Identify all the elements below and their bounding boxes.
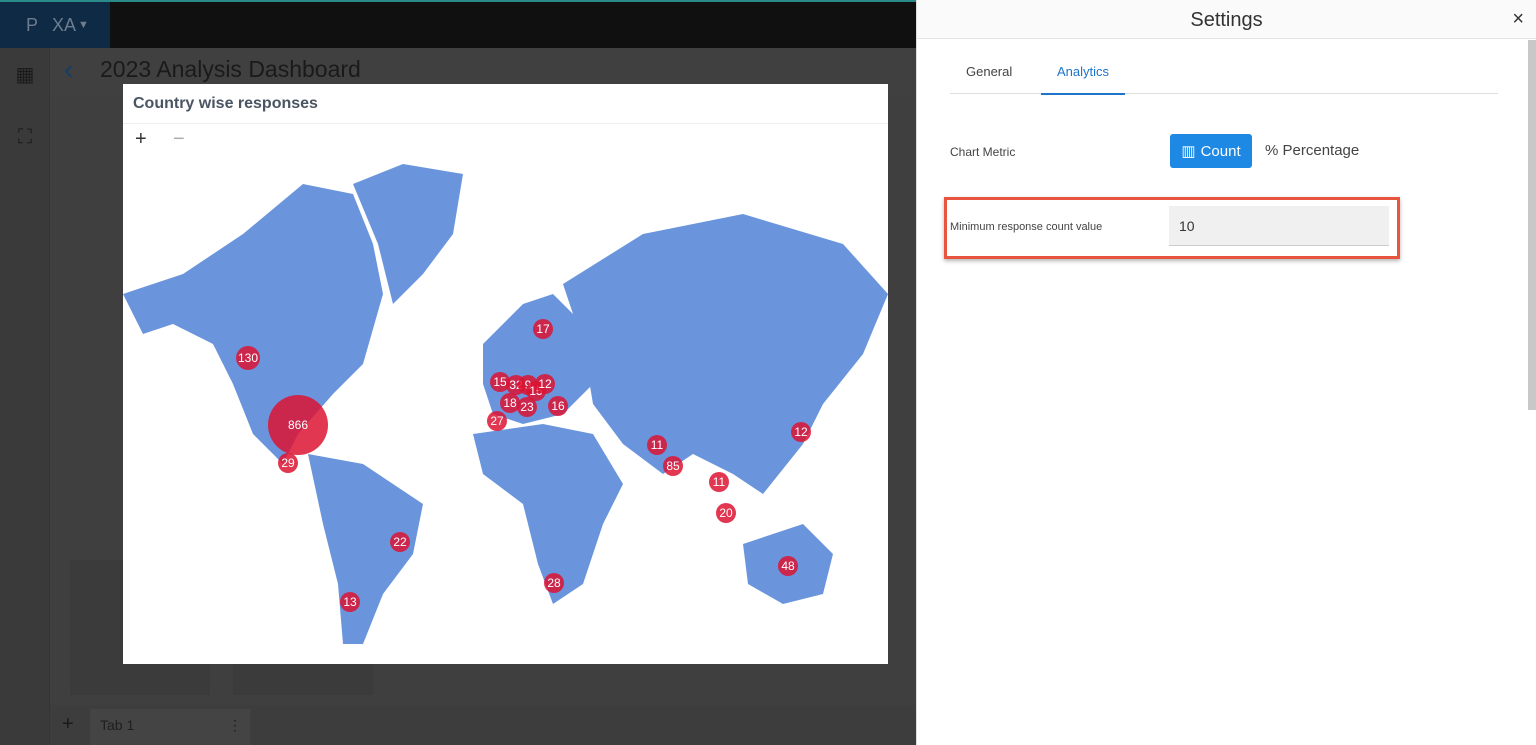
- more-icon[interactable]: ⋮: [228, 717, 242, 734]
- percentage-label: Percentage: [1282, 142, 1360, 159]
- bubble-marker[interactable]: 27: [487, 411, 507, 431]
- settings-title: Settings: [917, 0, 1536, 39]
- bubble-marker[interactable]: 12: [535, 374, 555, 394]
- bubble-marker[interactable]: 17: [533, 319, 553, 339]
- percent-icon: %: [1265, 142, 1279, 159]
- dashboard-icon[interactable]: ▦: [14, 62, 36, 86]
- workspace-name: XA: [52, 14, 77, 35]
- bubble-marker[interactable]: 20: [716, 503, 736, 523]
- chart-metric-label: Chart Metric: [950, 145, 1016, 159]
- bar-chart-icon: ▥: [1181, 143, 1196, 160]
- logo: P: [26, 14, 39, 35]
- north-america: [123, 184, 383, 464]
- tab-label: Tab 1: [100, 717, 135, 733]
- bubble-marker[interactable]: 85: [663, 456, 683, 476]
- count-label: Count: [1200, 142, 1241, 160]
- min-count-input[interactable]: [1169, 206, 1389, 246]
- scrollbar[interactable]: [1528, 40, 1536, 410]
- bubble-marker[interactable]: 23: [517, 397, 537, 417]
- bubble-marker[interactable]: 48: [778, 556, 798, 576]
- count-button[interactable]: ▥ Count: [1170, 134, 1252, 168]
- caret-down-icon: ▼: [78, 19, 89, 31]
- close-icon[interactable]: ×: [1512, 8, 1524, 31]
- tab-general[interactable]: General: [966, 64, 1012, 79]
- page-title: 2023 Analysis Dashboard: [100, 56, 361, 82]
- bubble-marker[interactable]: 29: [278, 453, 298, 473]
- widget-title: Country wise responses: [123, 84, 888, 124]
- settings-tabs: General Analytics: [950, 55, 1498, 95]
- top-bar: P XA ▼: [0, 0, 916, 48]
- bubble-marker[interactable]: 11: [647, 435, 667, 455]
- bubble-marker[interactable]: 22: [390, 532, 410, 552]
- focus-icon[interactable]: ⛶: [14, 126, 36, 148]
- bubble-marker[interactable]: 28: [544, 573, 564, 593]
- asia: [563, 214, 888, 494]
- min-count-label: Minimum response count value: [950, 221, 1103, 233]
- bubble-marker[interactable]: 12: [791, 422, 811, 442]
- tab-analytics[interactable]: Analytics: [1041, 64, 1126, 95]
- percentage-button[interactable]: % Percentage: [1265, 142, 1359, 159]
- bubble-marker[interactable]: 11: [709, 472, 729, 492]
- workspace-switcher[interactable]: P XA ▼: [0, 2, 110, 48]
- back-icon[interactable]: ‹: [64, 54, 73, 86]
- bubble-marker[interactable]: 130: [236, 346, 260, 370]
- add-tab-button[interactable]: +: [62, 713, 74, 736]
- settings-panel: Settings × General Analytics Chart Metri…: [916, 0, 1536, 745]
- map-widget: Country wise responses + − 866 130 29 22 13 1…: [123, 84, 888, 664]
- tab-bar: + Tab 1 ⋮: [50, 705, 916, 745]
- bubble-marker[interactable]: 13: [340, 592, 360, 612]
- tab-1[interactable]: Tab 1 ⋮: [90, 709, 250, 745]
- bubble-marker[interactable]: 866: [268, 395, 328, 455]
- bubble-marker[interactable]: 16: [548, 396, 568, 416]
- left-rail: ▦ ⛶: [0, 48, 50, 745]
